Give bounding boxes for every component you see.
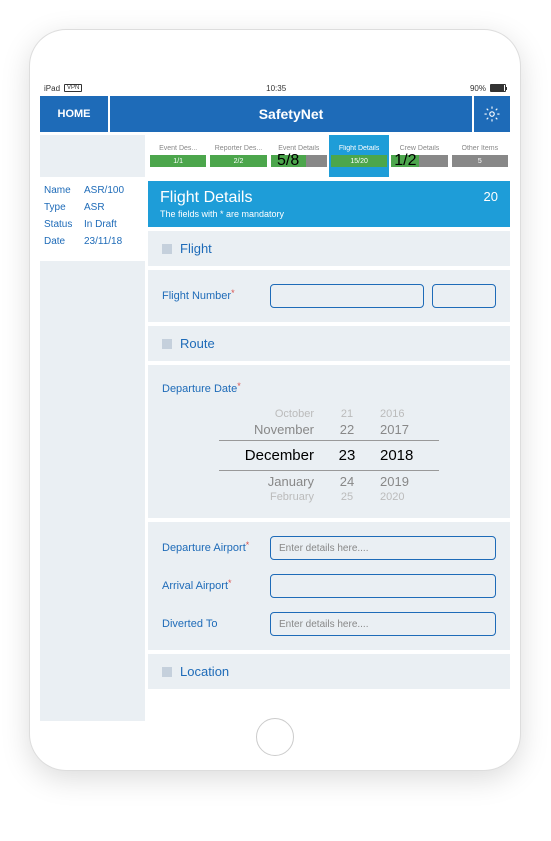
meta-status-label: Status bbox=[44, 219, 84, 230]
tab-3[interactable]: Flight Details 15/20 bbox=[329, 135, 389, 177]
subsection-label: Flight bbox=[180, 241, 212, 256]
tab-progress-bar: 5 bbox=[452, 155, 508, 167]
section-count: 20 bbox=[484, 189, 498, 204]
meta-type-label: Type bbox=[44, 202, 84, 213]
arrival-airport-input[interactable] bbox=[270, 574, 496, 598]
progress-tabs: Event Des...1/1Reporter Des...2/2Event D… bbox=[148, 135, 510, 177]
hardware-home-button[interactable] bbox=[256, 718, 294, 756]
flight-number-panel: Flight Number* bbox=[148, 270, 510, 322]
departure-airport-input[interactable]: Enter details here.... bbox=[270, 536, 496, 560]
tablet-frame: iPad VPN 10:35 90% HOME SafetyNet NameAS… bbox=[30, 30, 520, 770]
settings-button[interactable] bbox=[474, 96, 510, 132]
square-icon bbox=[162, 667, 172, 677]
tab-progress-bar: 15/20 bbox=[331, 155, 387, 167]
main-content: Event Des...1/1Reporter Des...2/2Event D… bbox=[148, 135, 510, 721]
device-label: iPad bbox=[44, 84, 60, 93]
meta-type: ASR bbox=[84, 202, 141, 213]
picker-row[interactable]: February252020 bbox=[234, 490, 424, 504]
status-time: 10:35 bbox=[266, 84, 286, 93]
subsection-label: Location bbox=[180, 664, 229, 679]
tab-label: Other Items bbox=[462, 145, 499, 152]
vpn-badge: VPN bbox=[64, 84, 82, 92]
tab-5[interactable]: Other Items 5 bbox=[450, 135, 510, 177]
left-sidebar: NameASR/100 TypeASR StatusIn Draft Date2… bbox=[40, 135, 145, 721]
sidebar-fill bbox=[40, 261, 145, 721]
meta-name-label: Name bbox=[44, 185, 84, 196]
section-subtitle: The fields with * are mandatory bbox=[160, 209, 284, 219]
picker-row[interactable]: December232018 bbox=[234, 443, 424, 468]
tab-progress-bar: 5/8 bbox=[271, 155, 327, 167]
date-picker[interactable]: October212016November222017 December23201… bbox=[162, 407, 496, 504]
airports-panel: Departure Airport* Enter details here...… bbox=[148, 522, 510, 650]
flight-number-label: Flight Number* bbox=[162, 290, 262, 302]
tab-label: Event Details bbox=[278, 145, 319, 152]
diverted-to-input[interactable]: Enter details here.... bbox=[270, 612, 496, 636]
tab-label: Flight Details bbox=[339, 145, 379, 152]
subsection-route[interactable]: Route bbox=[148, 326, 510, 361]
nav-bar: HOME SafetyNet bbox=[30, 96, 520, 132]
diverted-to-label: Diverted To bbox=[162, 618, 262, 630]
record-meta: NameASR/100 TypeASR StatusIn Draft Date2… bbox=[40, 177, 145, 261]
section-header: Flight Details The fields with * are man… bbox=[148, 181, 510, 227]
flight-number-input-2[interactable] bbox=[432, 284, 496, 308]
meta-date-label: Date bbox=[44, 236, 84, 247]
meta-date: 23/11/18 bbox=[84, 236, 141, 247]
battery-icon bbox=[490, 84, 506, 92]
tab-1[interactable]: Reporter Des... 2/2 bbox=[208, 135, 268, 177]
sidebar-blank bbox=[40, 135, 145, 177]
status-bar: iPad VPN 10:35 90% bbox=[30, 80, 520, 96]
app-title: SafetyNet bbox=[110, 96, 472, 132]
meta-status: In Draft bbox=[84, 219, 141, 230]
tab-label: Reporter Des... bbox=[215, 145, 262, 152]
tab-0[interactable]: Event Des... 1/1 bbox=[148, 135, 208, 177]
square-icon bbox=[162, 339, 172, 349]
section-title: Flight Details bbox=[160, 189, 284, 207]
tab-progress-bar: 1/1 bbox=[150, 155, 206, 167]
square-icon bbox=[162, 244, 172, 254]
departure-airport-label: Departure Airport* bbox=[162, 542, 262, 554]
home-button[interactable]: HOME bbox=[40, 96, 108, 132]
picker-row[interactable]: November222017 bbox=[234, 421, 424, 438]
flight-number-input-1[interactable] bbox=[270, 284, 424, 308]
subsection-flight[interactable]: Flight bbox=[148, 231, 510, 266]
battery-percent: 90% bbox=[470, 84, 486, 93]
tab-label: Crew Details bbox=[400, 145, 440, 152]
departure-date-label: Departure Date* bbox=[162, 383, 241, 395]
picker-row[interactable]: January242019 bbox=[234, 473, 424, 490]
tab-2[interactable]: Event Details 5/8 bbox=[269, 135, 329, 177]
subsection-location[interactable]: Location bbox=[148, 654, 510, 689]
tab-progress-bar: 1/2 bbox=[391, 155, 447, 167]
departure-date-panel: Departure Date* October212016November222… bbox=[148, 365, 510, 518]
tab-label: Event Des... bbox=[159, 145, 197, 152]
tab-4[interactable]: Crew Details 1/2 bbox=[389, 135, 449, 177]
arrival-airport-label: Arrival Airport* bbox=[162, 580, 262, 592]
picker-row[interactable]: October212016 bbox=[234, 407, 424, 421]
tab-progress-bar: 2/2 bbox=[210, 155, 266, 167]
meta-name: ASR/100 bbox=[84, 185, 141, 196]
subsection-label: Route bbox=[180, 336, 215, 351]
gear-icon bbox=[483, 105, 501, 123]
